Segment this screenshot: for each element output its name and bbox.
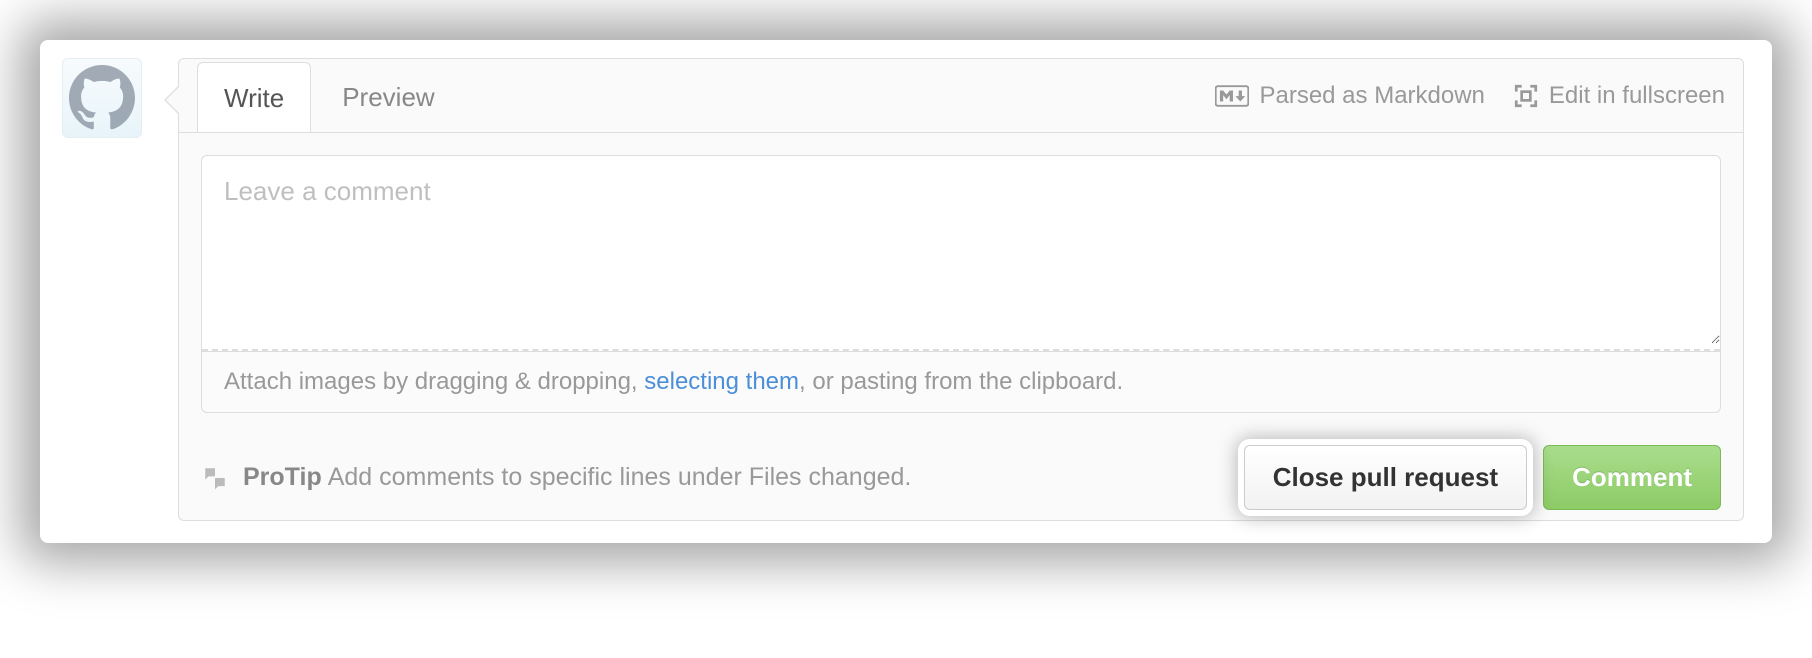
attach-hint-prefix: Attach images by dragging & dropping, [224,368,644,395]
octocat-icon [69,65,135,131]
tabs-row: Write Preview Parsed as Markdown Edit in [179,59,1743,133]
markdown-hint-label: Parsed as Markdown [1259,82,1484,110]
body-area: Attach images by dragging & dropping, se… [179,133,1743,423]
textarea-wrap [201,155,1721,352]
attach-hint-suffix: , or pasting from the clipboard. [799,368,1123,395]
markdown-hint[interactable]: Parsed as Markdown [1215,82,1484,110]
speech-arrow [164,86,178,114]
dashed-separator [202,349,1720,351]
attach-hint[interactable]: Attach images by dragging & dropping, se… [201,352,1721,413]
protip-icon [201,465,229,491]
fullscreen-hint-label: Edit in fullscreen [1549,82,1725,110]
markdown-icon [1215,85,1249,107]
protip-label: ProTip [243,463,322,492]
footer-row: ProTip Add comments to specific lines un… [179,423,1743,520]
tab-write[interactable]: Write [197,62,311,132]
comment-input[interactable] [202,156,1720,344]
tab-preview[interactable]: Preview [315,61,461,131]
close-pull-request-button[interactable]: Close pull request [1244,445,1527,510]
fullscreen-hint[interactable]: Edit in fullscreen [1513,82,1725,110]
comment-box: Write Preview Parsed as Markdown Edit in [178,58,1744,521]
fullscreen-icon [1513,83,1539,109]
comment-button[interactable]: Comment [1543,445,1721,510]
comment-wrapper: Write Preview Parsed as Markdown Edit in [62,58,1744,521]
attach-hint-link[interactable]: selecting them [644,368,799,395]
avatar [62,58,142,138]
comment-panel: Write Preview Parsed as Markdown Edit in [40,40,1772,543]
protip: ProTip Add comments to specific lines un… [201,463,911,492]
protip-text: Add comments to specific lines under Fil… [328,463,912,492]
